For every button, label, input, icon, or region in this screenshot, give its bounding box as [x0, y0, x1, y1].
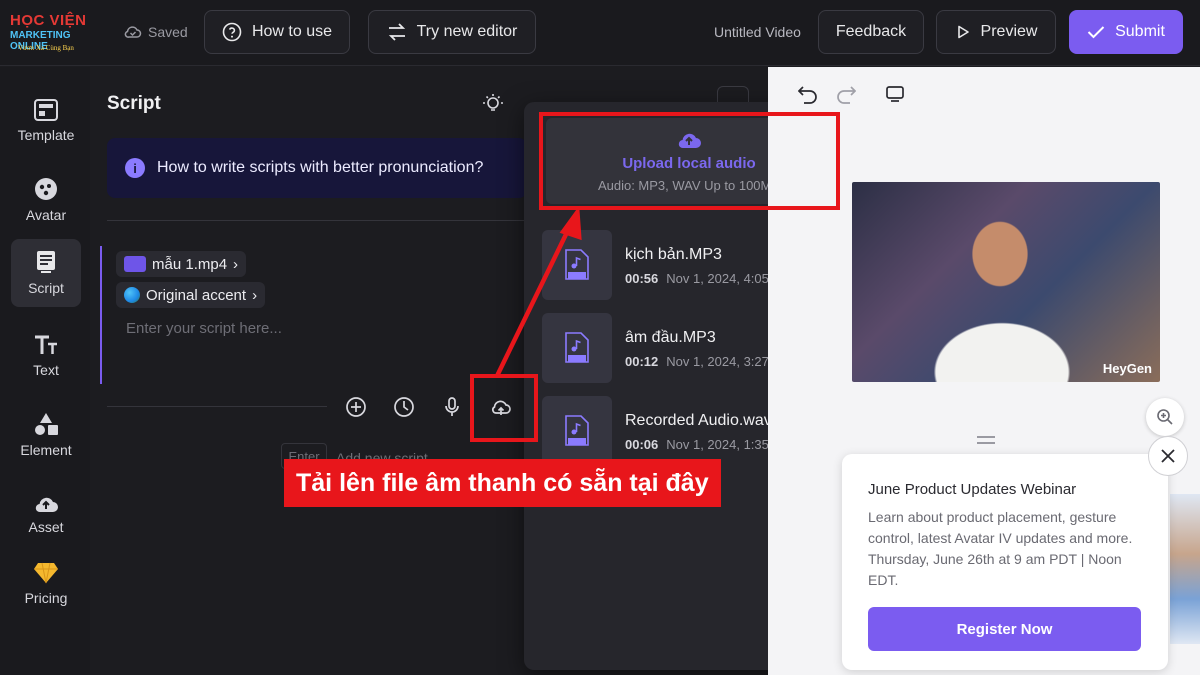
audio-file-name: kịch bản.MP3: [625, 246, 722, 263]
heygen-watermark: HeyGen: [1102, 361, 1152, 376]
script-title: Script: [107, 93, 161, 114]
nav-item-script[interactable]: Script: [11, 239, 81, 307]
nav-label: Element: [20, 442, 72, 458]
audio-file-meta: 00:56 Nov 1, 2024, 4:05 PM: [625, 271, 792, 286]
asset-icon: [35, 497, 58, 513]
hint-text: How to write scripts with better pronunc…: [157, 159, 484, 176]
chevron-right-icon: ›: [252, 286, 258, 304]
screen-size-icon[interactable]: [885, 84, 905, 104]
play-icon: [957, 25, 969, 39]
accent-chip-label: Original accent: [146, 286, 247, 304]
left-nav: Template Avatar Script Text Element Asse…: [0, 67, 90, 675]
try-new-editor-button[interactable]: Try new editor: [368, 10, 536, 54]
nav-label: Pricing: [24, 590, 68, 606]
audio-duration: 00:56: [625, 271, 659, 286]
cloud-check-icon: [124, 26, 142, 38]
brand-logo: HỌC VIỆN MARKETING ONLINE Vươn Xa Cùng B…: [8, 8, 108, 56]
mp3-file-icon: [565, 415, 589, 446]
how-to-use-label: How to use: [251, 23, 333, 40]
mp3-file-icon: [565, 249, 589, 280]
audio-duration: 00:12: [625, 354, 659, 369]
nav-item-asset[interactable]: Asset: [11, 480, 81, 548]
nav-item-pricing[interactable]: Pricing: [11, 550, 81, 618]
zoom-in-icon: [1157, 409, 1173, 425]
nav-item-avatar[interactable]: Avatar: [11, 166, 81, 234]
divider: [107, 406, 327, 407]
accent-chip[interactable]: Original accent ›: [116, 282, 266, 308]
nav-label: Asset: [28, 519, 64, 535]
script-block-marker: [100, 246, 102, 384]
nav-label: Text: [33, 362, 59, 378]
nav-label: Script: [28, 280, 64, 296]
text-icon: [35, 335, 57, 354]
zoom-button[interactable]: [1146, 398, 1184, 436]
highlight-upload-box: [539, 112, 840, 210]
nav-item-element[interactable]: Element: [11, 401, 81, 469]
redo-icon[interactable]: [836, 84, 856, 104]
try-new-editor-label: Try new editor: [416, 23, 518, 40]
template-icon: [34, 99, 58, 121]
audio-file-name: Recorded Audio.wav: [625, 412, 772, 429]
divider: [107, 220, 527, 221]
script-input[interactable]: Enter your script here...: [126, 320, 282, 337]
mp3-file-icon: [565, 332, 589, 363]
saved-label: Saved: [148, 24, 188, 40]
help-circle-icon: [222, 22, 242, 42]
globe-icon: [124, 287, 140, 303]
voice-chip-label: mẫu 1.mp4: [152, 255, 228, 273]
audio-thumbnail: [542, 396, 612, 466]
submit-button[interactable]: Submit: [1069, 10, 1183, 54]
script-icon: [37, 251, 55, 273]
nav-label: Avatar: [25, 207, 67, 223]
feedback-label: Feedback: [835, 23, 907, 40]
audio-duration: 00:06: [625, 437, 659, 452]
element-icon: [35, 413, 58, 435]
audio-file-name: âm đầu.MP3: [625, 329, 716, 346]
avatar-video-preview[interactable]: HeyGen: [852, 182, 1160, 382]
microphone-icon[interactable]: [441, 396, 463, 418]
webinar-title: June Product Updates Webinar: [868, 481, 1077, 498]
highlight-upload-tool: [470, 374, 538, 442]
info-icon: i: [125, 158, 145, 178]
swap-arrows-icon: [388, 23, 405, 41]
close-popup-button[interactable]: [1148, 436, 1188, 476]
register-now-button[interactable]: Register Now: [868, 607, 1141, 651]
nav-item-template[interactable]: Template: [11, 87, 81, 155]
close-icon: [1161, 449, 1175, 463]
annotation-label: Tải lên file âm thanh có sẵn tại đây: [284, 459, 721, 507]
voice-chip[interactable]: mẫu 1.mp4 ›: [116, 251, 247, 277]
preview-label: Preview: [980, 23, 1038, 40]
audio-thumbnail: [542, 313, 612, 383]
webinar-popup: June Product Updates Webinar Learn about…: [842, 454, 1168, 670]
chevron-right-icon: ›: [233, 255, 239, 273]
submit-label: Submit: [1115, 23, 1165, 40]
preview-button[interactable]: Preview: [936, 10, 1056, 54]
how-to-use-button[interactable]: How to use: [204, 10, 350, 54]
avatar-icon: [35, 178, 57, 200]
pronunciation-hint-banner[interactable]: i How to write scripts with better pronu…: [107, 138, 527, 198]
webinar-body: Learn about product placement, gesture c…: [868, 509, 1133, 588]
drag-handle[interactable]: [977, 436, 995, 444]
logo-line1: HỌC VIỆN: [10, 12, 87, 29]
audio-thumbnail: [542, 230, 612, 300]
pricing-icon: [34, 562, 58, 584]
pause-timer-icon[interactable]: [393, 396, 415, 418]
lightbulb-icon[interactable]: [482, 93, 504, 115]
audio-file-meta: 00:06 Nov 1, 2024, 1:35 AM: [625, 437, 791, 452]
scene-thumbnail-strip[interactable]: [1170, 494, 1200, 644]
add-circle-icon[interactable]: [345, 396, 367, 418]
undo-icon[interactable]: [798, 84, 818, 104]
feedback-button[interactable]: Feedback: [818, 10, 924, 54]
audio-file-icon: [124, 256, 146, 272]
audio-file-meta: 00:12 Nov 1, 2024, 3:27 PM: [625, 354, 792, 369]
video-title[interactable]: Untitled Video: [714, 24, 801, 40]
save-status: Saved: [124, 22, 188, 42]
nav-item-text[interactable]: Text: [11, 322, 81, 390]
logo-tagline: Vươn Xa Cùng Bạn: [18, 44, 74, 52]
check-icon: [1087, 26, 1105, 39]
nav-label: Template: [17, 127, 75, 143]
